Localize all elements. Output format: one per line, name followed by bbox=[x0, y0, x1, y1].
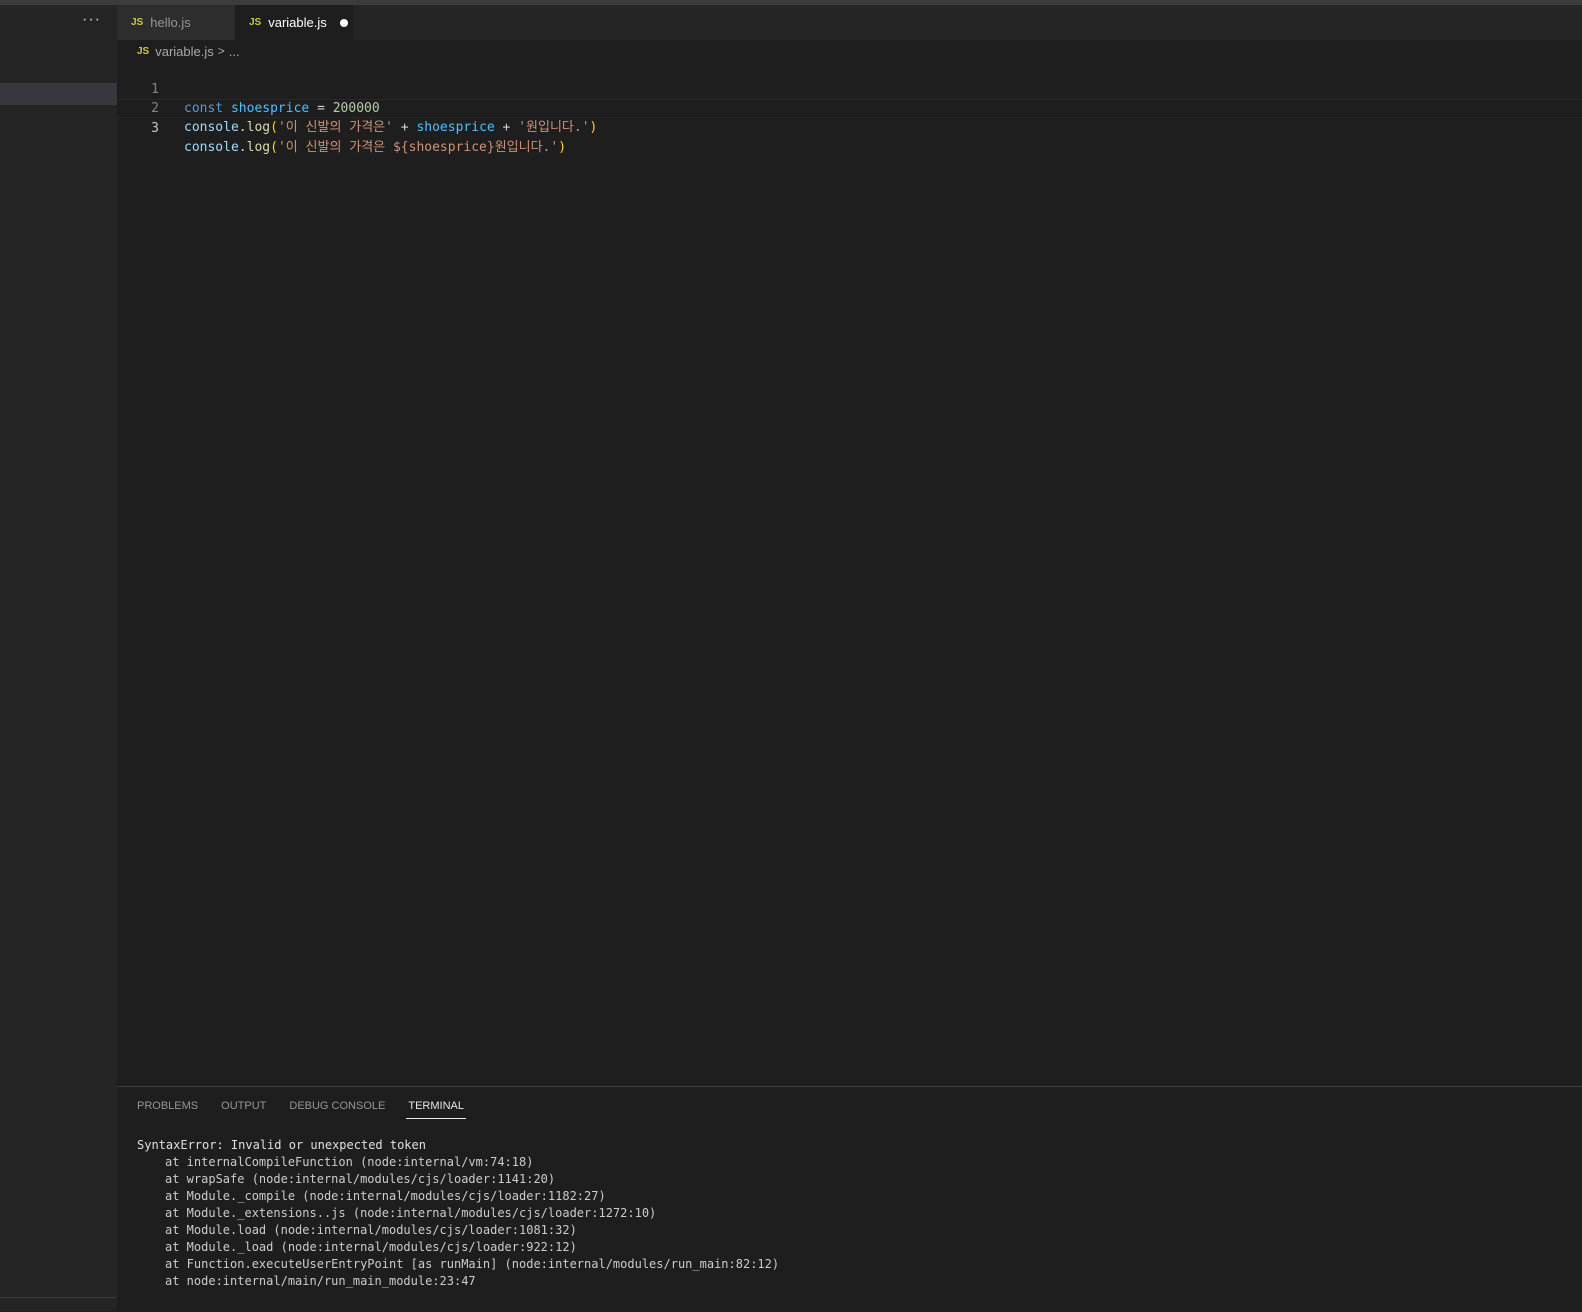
stack-trace-line: at Module._compile (node:internal/module… bbox=[165, 1189, 606, 1203]
panel-tab-bar: PROBLEMS OUTPUT DEBUG CONSOLE TERMINAL bbox=[137, 1095, 489, 1119]
javascript-file-icon: JS bbox=[131, 17, 144, 28]
unsaved-changes-dot-icon[interactable] bbox=[339, 18, 348, 27]
tab-label: variable.js bbox=[268, 15, 327, 30]
tab-problems[interactable]: PROBLEMS bbox=[137, 1095, 198, 1119]
stack-trace-line: at internalCompileFunction (node:interna… bbox=[165, 1155, 534, 1169]
code-line-current[interactable]: 3 console.log('이 신발의 가격은 ${shoesprice}원입… bbox=[117, 99, 1582, 155]
stack-trace-line: at Module._load (node:internal/modules/c… bbox=[165, 1240, 577, 1254]
terminal-error-line: SyntaxError: Invalid or unexpected token bbox=[137, 1138, 426, 1152]
tab-label: hello.js bbox=[150, 15, 191, 30]
code-text[interactable]: console.log('이 신발의 가격은 ${shoesprice}원입니다… bbox=[184, 138, 566, 157]
chevron-right-icon: > bbox=[217, 44, 225, 58]
code-line[interactable]: 2 console.log('이 신발의 가격은' + shoesprice +… bbox=[117, 80, 1582, 135]
line-number: 3 bbox=[151, 121, 159, 136]
stack-trace-line: at node:internal/main/run_main_module:23… bbox=[165, 1274, 476, 1288]
stack-trace-line: at wrapSafe (node:internal/modules/cjs/l… bbox=[165, 1172, 556, 1186]
tab-hello-js[interactable]: JS hello.js bbox=[117, 5, 235, 40]
javascript-file-icon: JS bbox=[249, 17, 262, 28]
breadcrumb: JS variable.js > ... bbox=[137, 42, 240, 60]
terminal-output[interactable]: SyntaxError: Invalid or unexpected token… bbox=[137, 1137, 779, 1290]
tab-variable-js[interactable]: JS variable.js bbox=[235, 5, 353, 40]
stack-trace-line: at Module.load (node:internal/modules/cj… bbox=[165, 1223, 577, 1237]
code-text[interactable]: console.log('이 신발의 가격은' + shoesprice + '… bbox=[184, 118, 597, 137]
tab-terminal[interactable]: TERMINAL bbox=[406, 1095, 466, 1119]
sidebar: ··· bbox=[0, 5, 117, 1311]
editor-tab-bar: JS hello.js JS variable.js bbox=[117, 5, 1582, 40]
code-editor[interactable]: 1 const shoesprice = 200000 2 console.lo… bbox=[117, 60, 1582, 1085]
stack-trace-line: at Function.executeUserEntryPoint [as ru… bbox=[165, 1257, 780, 1271]
javascript-file-icon: JS bbox=[137, 45, 150, 57]
code-line[interactable]: 1 const shoesprice = 200000 bbox=[117, 61, 1582, 116]
sidebar-selected-row[interactable] bbox=[0, 83, 117, 105]
more-actions-icon[interactable]: ··· bbox=[82, 11, 101, 29]
bottom-panel: PROBLEMS OUTPUT DEBUG CONSOLE TERMINAL S… bbox=[117, 1086, 1582, 1312]
tab-output[interactable]: OUTPUT bbox=[221, 1095, 266, 1119]
sidebar-divider bbox=[0, 1297, 117, 1298]
breadcrumb-file[interactable]: variable.js bbox=[155, 44, 214, 59]
stack-trace-line: at Module._extensions..js (node:internal… bbox=[165, 1206, 657, 1220]
tab-debug-console[interactable]: DEBUG CONSOLE bbox=[289, 1095, 385, 1119]
breadcrumb-symbols[interactable]: ... bbox=[229, 44, 240, 59]
